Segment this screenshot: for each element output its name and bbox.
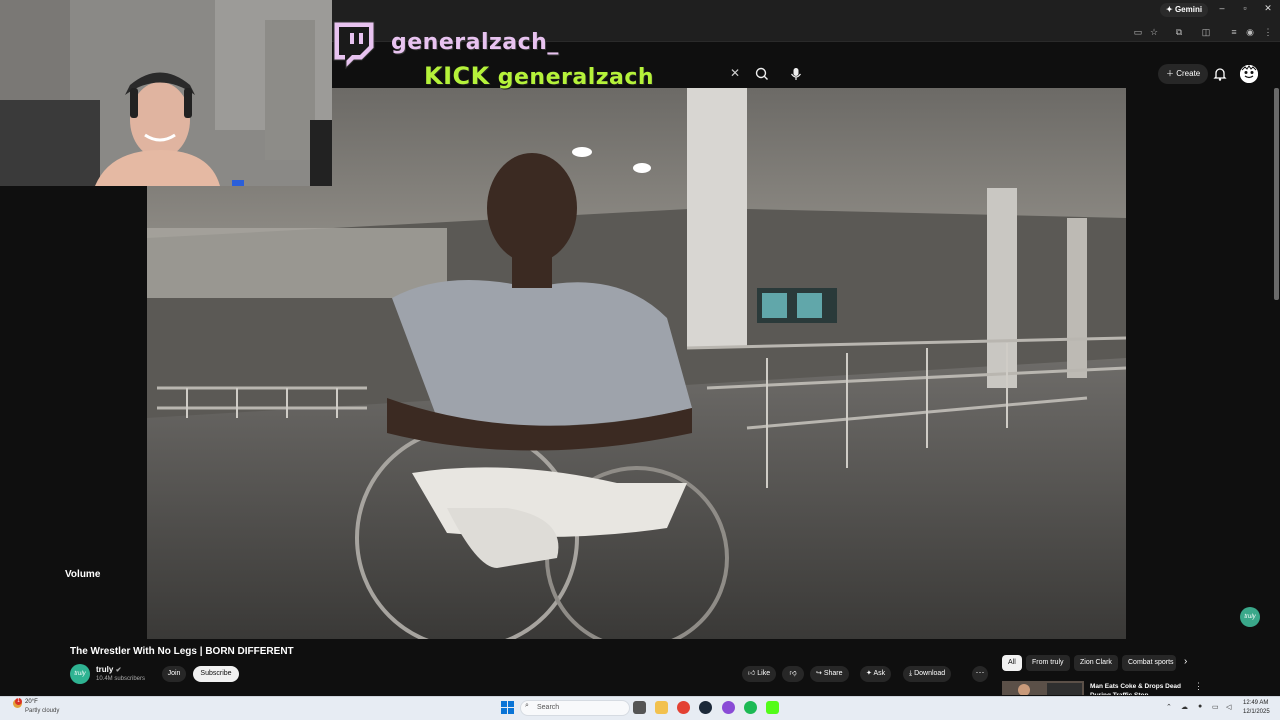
channel-name-label: truly [96, 665, 114, 674]
chip-combat-sports[interactable]: Combat sports [1122, 655, 1176, 671]
ask-label: Ask [873, 670, 886, 677]
chrome-taskbar-icon[interactable] [677, 701, 690, 714]
subscribe-button[interactable]: Subscribe [193, 666, 239, 682]
extensions-icon[interactable]: ⧉ [1173, 27, 1185, 38]
browser-menu-icon[interactable]: ⋮ [1262, 27, 1274, 38]
gemini-button[interactable]: ✦ Gemini [1160, 3, 1209, 17]
gemini-label: Gemini [1174, 5, 1203, 14]
taskbar-search-icon: ⌕ [525, 702, 529, 709]
chip-all[interactable]: All [1002, 655, 1022, 671]
like-button[interactable]: 👍︎ Like [742, 666, 777, 682]
kick-logo-text: KICK [424, 62, 490, 90]
minimize-button[interactable]: – [1212, 3, 1232, 13]
channel-name[interactable]: truly ✔ [96, 665, 121, 674]
chip-from-truly[interactable]: From truly [1026, 655, 1070, 671]
ask-button[interactable]: ✦ Ask [860, 666, 892, 682]
page-scrollbar[interactable] [1274, 88, 1279, 300]
spotify-taskbar-icon[interactable] [744, 701, 757, 714]
account-avatar[interactable] [1240, 65, 1258, 83]
chip-zion-clark[interactable]: Zion Clark [1074, 655, 1118, 671]
share-icon: ↪ [816, 670, 822, 677]
recommendation-thumbnail[interactable] [1002, 681, 1084, 695]
share-label: Share [823, 670, 843, 677]
microphone-icon[interactable] [786, 64, 806, 84]
taskbar-search-box[interactable]: Search [520, 700, 630, 716]
recommendation-title[interactable]: Man Eats Coke & Drops Dead During Traffi… [1090, 682, 1186, 695]
search-clear-icon[interactable]: ✕ [730, 66, 740, 80]
app-taskbar-icon[interactable] [722, 701, 735, 714]
cast-icon[interactable]: ▭ [1132, 27, 1144, 38]
volume-label: Volume [65, 569, 101, 580]
webcam-overlay [0, 0, 332, 186]
subscriber-count: 10.4M subscribers [96, 676, 146, 682]
tray-cloud-icon[interactable]: ☁ [1181, 703, 1188, 711]
join-button[interactable]: Join [162, 666, 186, 682]
taskbar-clock-date[interactable]: 12/1/2025 [1243, 709, 1270, 715]
weather-alert-badge: 1 [15, 698, 22, 705]
profile-icon[interactable]: ◉ [1244, 27, 1256, 38]
search-icon[interactable] [752, 64, 772, 84]
kick-handle: generalzach [497, 65, 655, 90]
taskbar-search-label: Search [537, 704, 560, 711]
close-window-button[interactable]: ✕ [1258, 3, 1278, 14]
task-view-icon[interactable] [633, 701, 646, 714]
webcam-frame [0, 0, 332, 186]
tray-network-icon[interactable]: ▭ [1212, 703, 1219, 711]
tray-mic-icon[interactable]: ● [1198, 703, 1202, 710]
steam-taskbar-icon[interactable] [699, 701, 712, 714]
thumbs-down-icon: 👎︎ [789, 670, 797, 677]
download-label: Download [914, 670, 946, 677]
kick-handle-banner: KICK generalzach [424, 62, 654, 90]
chevron-right-icon[interactable]: › [1184, 656, 1187, 667]
bookmark-star-icon[interactable]: ☆ [1148, 27, 1160, 38]
tray-volume-icon[interactable]: ◁ [1226, 703, 1231, 711]
verified-badge-icon: ✔ [115, 667, 122, 674]
media-icon[interactable]: ≡ [1228, 27, 1240, 37]
kick-taskbar-icon[interactable] [766, 701, 779, 714]
weather-description[interactable]: Partly cloudy [25, 708, 59, 714]
file-explorer-icon[interactable] [655, 701, 668, 714]
taskbar-clock-time[interactable]: 12:49 AM [1243, 700, 1268, 706]
download-button[interactable]: ⤓ Download [903, 666, 952, 682]
maximize-button[interactable]: ▫ [1235, 3, 1255, 13]
plus-icon: ＋ [1166, 69, 1174, 78]
download-icon: ⤓ [909, 670, 913, 677]
sparkle-icon: ✦ [866, 670, 872, 677]
channel-watermark-badge[interactable]: truly [1240, 607, 1260, 627]
thumbs-up-icon: 👍︎ [748, 670, 756, 677]
dislike-button[interactable]: 👎︎ [782, 666, 804, 682]
more-actions-button[interactable]: ··· [972, 666, 988, 682]
tray-chevron-icon[interactable]: ⌃ [1166, 703, 1172, 711]
video-title: The Wrestler With No Legs | BORN DIFFERE… [70, 646, 294, 657]
create-button[interactable]: ＋ Create [1158, 64, 1209, 84]
twitch-logo-icon [328, 18, 378, 70]
create-label: Create [1176, 69, 1201, 78]
windows-start-icon[interactable] [501, 701, 514, 714]
recommendation-more-icon[interactable]: ⋮ [1194, 681, 1203, 692]
twitch-handle: generalzach_ [391, 30, 559, 55]
share-button[interactable]: ↪ Share [810, 666, 849, 682]
channel-avatar[interactable]: truly [70, 664, 90, 684]
weather-temperature[interactable]: 20°F [25, 699, 38, 705]
like-label: Like [757, 670, 771, 677]
sidepanel-icon[interactable]: ◫ [1200, 27, 1212, 38]
notifications-bell-icon[interactable] [1212, 66, 1228, 82]
